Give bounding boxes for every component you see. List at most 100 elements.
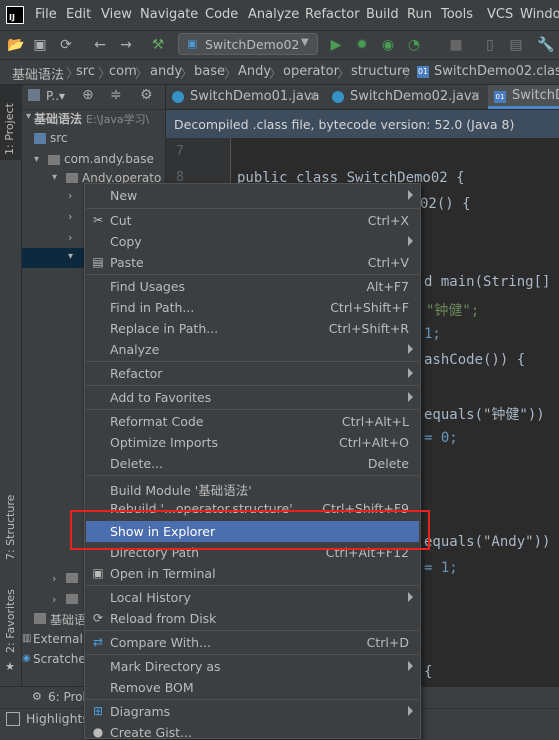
locate-icon[interactable]: ⊕ [82, 87, 94, 103]
library-icon: ▥ [22, 633, 32, 644]
forward-icon[interactable]: → [116, 35, 136, 55]
menu-item-find-usages[interactable]: Find Usages Alt+F7 [86, 276, 419, 297]
menu-analyze[interactable]: Analyze [248, 7, 299, 22]
menu-item-build-module[interactable]: Build Module '基础语法' [86, 477, 419, 498]
problems-icon: ⚙ [32, 690, 42, 703]
menu-item-open-in-terminal[interactable]: ▣ Open in Terminal [86, 563, 419, 584]
collapse-icon[interactable]: ≑ [110, 87, 122, 103]
menu-item-diagrams[interactable]: ⊞ Diagrams [86, 701, 419, 722]
menu-divider [86, 699, 419, 700]
code-line: = 1; [424, 560, 458, 576]
menu-item-optimize-imports[interactable]: Optimize Imports Ctrl+Alt+O [86, 432, 419, 453]
chevron-right-icon[interactable]: › [68, 231, 72, 244]
menu-view[interactable]: View [101, 7, 132, 22]
project-view-select[interactable]: P..▾ [46, 89, 65, 103]
menu-item-reload-from-disk[interactable]: ⟳ Reload from Disk [86, 608, 419, 629]
chevron-down-icon[interactable]: ▾ [52, 172, 57, 183]
project-tool-button[interactable]: 1: Project [3, 103, 16, 155]
menu-item-reformat-code[interactable]: Reformat Code Ctrl+Alt+L [86, 411, 419, 432]
menu-navigate[interactable]: Navigate [140, 7, 198, 22]
menu-divider [86, 409, 419, 410]
close-icon[interactable]: × [308, 85, 319, 109]
breadcrumb-item[interactable]: 基础语法 [12, 64, 64, 83]
menu-item-copy[interactable]: Copy [86, 231, 419, 252]
breadcrumb-item[interactable]: SwitchDemo02.class [434, 64, 559, 79]
close-icon[interactable]: × [470, 85, 481, 109]
chevron-down-icon[interactable]: ▾ [26, 111, 31, 122]
menu-file[interactable]: File [35, 7, 57, 22]
open-folder-icon[interactable]: 📂 [6, 35, 26, 55]
menu-item-mark-directory-as[interactable]: Mark Directory as [86, 656, 419, 677]
menu-edit[interactable]: Edit [66, 7, 91, 22]
menu-item-compare-with[interactable]: ⇄ Compare With... Ctrl+D [86, 632, 419, 653]
structure-icon[interactable]: ▤ [506, 35, 526, 55]
favorites-tool-button[interactable]: 2: Favorites [4, 589, 17, 653]
tab-switchdemo01[interactable]: SwitchDemo01.java × [166, 85, 326, 109]
chevron-right-icon[interactable]: › [52, 572, 56, 585]
module-folder-icon [34, 613, 46, 624]
package-icon [66, 573, 78, 583]
debug-icon[interactable]: ✹ [352, 35, 372, 55]
run-config-label: SwitchDemo02 [205, 37, 300, 52]
chevron-right-icon[interactable]: › [52, 593, 56, 606]
gear-icon[interactable]: ⚙ [140, 87, 153, 103]
menu-run[interactable]: Run [407, 7, 432, 22]
tree-item-src[interactable]: src [50, 131, 68, 145]
diagram-icon: ⊞ [92, 704, 104, 718]
breadcrumb-item[interactable]: com [109, 64, 137, 79]
breadcrumb-item[interactable]: Andy [238, 64, 271, 79]
chevron-right-icon[interactable]: › [68, 189, 72, 202]
status-toggle-icon[interactable] [6, 712, 20, 726]
tab-switchdemo02-class-active[interactable]: 01 SwitchD [488, 85, 559, 109]
menu-divider [86, 208, 419, 209]
settings-wrench-icon[interactable]: 🔧 [536, 35, 556, 55]
menu-item-create-gist[interactable]: ● Create Gist... [86, 722, 419, 738]
menu-divider [86, 585, 419, 586]
build-hammer-icon[interactable]: ⚒ [148, 35, 168, 55]
run-icon[interactable]: ▶ [326, 35, 346, 55]
sync-icon[interactable]: ⟳ [56, 35, 76, 55]
menu-item-add-to-favorites[interactable]: Add to Favorites [86, 387, 419, 408]
menu-item-refactor[interactable]: Refactor [86, 363, 419, 384]
menu-window[interactable]: Windo [520, 7, 559, 22]
breadcrumb-item[interactable]: base [194, 64, 225, 79]
coverage-icon[interactable]: ◉ [378, 35, 398, 55]
tree-selected-row[interactable] [22, 248, 84, 268]
menu-tools[interactable]: Tools [441, 7, 473, 22]
structure-tool-button[interactable]: 7: Structure [4, 495, 17, 560]
menu-item-remove-bom[interactable]: Remove BOM [86, 677, 419, 698]
menu-item-cut[interactable]: ✂ Cut Ctrl+X [86, 210, 419, 231]
menu-item-find-in-path[interactable]: Find in Path... Ctrl+Shift+F [86, 297, 419, 318]
class-file-icon: 01 [417, 66, 429, 78]
scissors-icon: ✂ [92, 213, 104, 227]
chevron-right-icon[interactable]: › [68, 210, 72, 223]
menu-refactor[interactable]: Refactor [305, 7, 360, 22]
breadcrumb-item[interactable]: structure [351, 64, 410, 79]
save-icon[interactable]: ▣ [30, 35, 50, 55]
tree-item-module[interactable]: 基础语 [50, 611, 86, 628]
vcs-icon[interactable]: ▯ [480, 35, 500, 55]
menu-vcs[interactable]: VCS [487, 7, 513, 22]
profile-icon[interactable]: ◔ [404, 35, 424, 55]
menu-divider [86, 475, 419, 476]
breadcrumb-item[interactable]: src [76, 64, 95, 79]
back-icon[interactable]: ← [90, 35, 110, 55]
tree-item-package[interactable]: com.andy.base [64, 152, 154, 166]
menu-code[interactable]: Code [205, 7, 238, 22]
menu-item-paste[interactable]: ▤ Paste Ctrl+V [86, 252, 419, 273]
chevron-down-icon[interactable]: ▾ [68, 251, 73, 262]
menu-item-local-history[interactable]: Local History [86, 587, 419, 608]
menu-item-replace-in-path[interactable]: Replace in Path... Ctrl+Shift+R [86, 318, 419, 339]
menu-item-delete[interactable]: Delete... Delete [86, 453, 419, 474]
menu-item-new[interactable]: New [86, 185, 419, 206]
breadcrumb-item[interactable]: andy [150, 64, 182, 79]
chevron-down-icon[interactable]: ▾ [34, 154, 39, 165]
tab-switchdemo02-java[interactable]: SwitchDemo02.java × [326, 85, 488, 109]
status-text: Highlights [26, 711, 89, 726]
menu-item-analyze[interactable]: Analyze [86, 339, 419, 360]
menu-build[interactable]: Build [366, 7, 399, 22]
breadcrumb-item[interactable]: operator [283, 64, 339, 79]
run-configuration-select[interactable]: ▣ SwitchDemo02 ▼ [178, 33, 318, 55]
stop-icon[interactable]: ■ [446, 35, 466, 55]
tree-root-label[interactable]: 基础语法 [34, 110, 82, 127]
